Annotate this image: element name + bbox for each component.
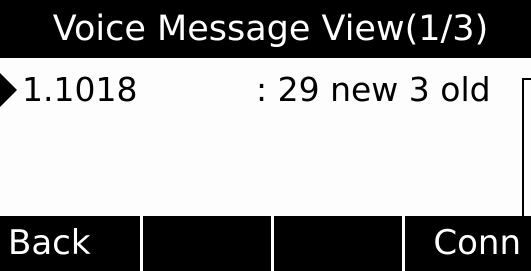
title-bar: Voice Message View(1/3)	[0, 0, 531, 58]
back-softkey[interactable]: Back	[0, 216, 143, 271]
scrollbar[interactable]	[522, 78, 531, 218]
account-name: 1.1018	[22, 70, 138, 109]
list-item[interactable]: 1.1018 : 29 new 3 old	[0, 68, 510, 112]
voice-message-list: 1.1018 : 29 new 3 old	[0, 58, 531, 216]
message-count: : 29 new 3 old	[256, 70, 491, 109]
softkey-2[interactable]	[143, 216, 274, 271]
softkey-3[interactable]	[274, 216, 405, 271]
selection-arrow-icon	[0, 73, 17, 107]
phone-screen: Voice Message View(1/3) 1.1018 : 29 new …	[0, 0, 531, 271]
softkey-bar: Back Conn	[0, 216, 531, 271]
connect-softkey[interactable]: Conn	[405, 216, 531, 271]
screen-title: Voice Message View(1/3)	[52, 9, 489, 49]
